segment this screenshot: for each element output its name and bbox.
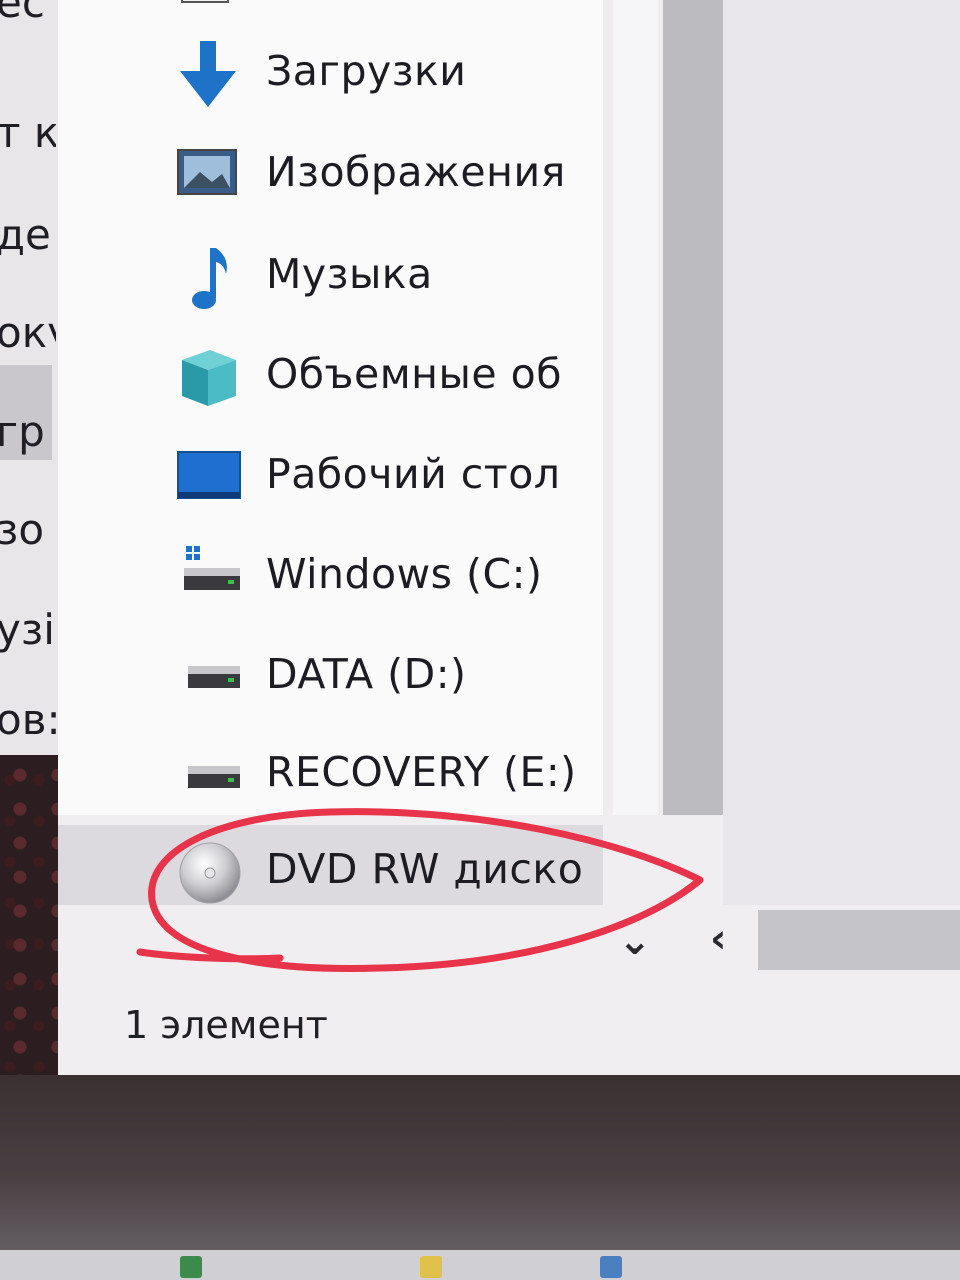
- folder-icon: [176, 0, 240, 4]
- chevron-left-icon[interactable]: ‹: [710, 916, 726, 962]
- sidebar-item-label: Windows (C:): [266, 550, 543, 598]
- background-text: ов:: [0, 695, 56, 744]
- sidebar-item-3d-objects[interactable]: Объемные об: [58, 330, 603, 420]
- background-text: гр: [0, 407, 45, 456]
- sidebar-item-label: Рабочий стол: [266, 450, 561, 498]
- navigation-scrollbar[interactable]: [603, 0, 663, 815]
- taskbar-app-icon[interactable]: [600, 1256, 622, 1278]
- sidebar-item-music[interactable]: Музыка: [58, 230, 603, 320]
- background-text: т к: [0, 108, 56, 157]
- background-text: окү: [0, 308, 56, 357]
- sidebar-item-label: Музыка: [266, 250, 433, 298]
- drive-icon: [176, 644, 240, 704]
- dvd-disc-icon: [176, 839, 241, 904]
- sidebar-item-desktop[interactable]: Рабочий стол: [58, 430, 603, 520]
- 3d-objects-icon: [176, 344, 240, 406]
- navigation-list: Загрузки Изображения Музыка Объемные об …: [58, 0, 603, 905]
- content-pane[interactable]: [723, 0, 960, 905]
- sidebar-item-label: Загрузки: [266, 47, 467, 95]
- status-item-count: 1 элемент: [124, 1003, 328, 1047]
- sidebar-item-drive-e[interactable]: RECOVERY (E:): [58, 728, 603, 818]
- sidebar-item-drive-c[interactable]: Windows (C:): [58, 530, 603, 620]
- taskbar-app-icon[interactable]: [420, 1256, 442, 1278]
- sidebar-item-dvd-drive[interactable]: DVD RW диско: [58, 825, 603, 905]
- sidebar-item-label: Изображения: [266, 148, 566, 196]
- background-text: де: [0, 210, 51, 259]
- drive-icon: [176, 742, 240, 802]
- music-note-icon: [176, 244, 240, 309]
- file-explorer-window: Загрузки Изображения Музыка Объемные об …: [58, 0, 960, 1075]
- download-arrow-icon: [176, 41, 240, 107]
- scrollbar-thumb[interactable]: [613, 0, 658, 815]
- background-text: зо: [0, 505, 45, 554]
- sidebar-item-downloads[interactable]: Загрузки: [58, 27, 603, 117]
- horizontal-scrollbar[interactable]: [758, 910, 960, 970]
- sidebar-item-label: Объемные об: [266, 350, 562, 398]
- desktop-folder-icon: [176, 444, 241, 504]
- taskbar-app-icon[interactable]: [180, 1256, 202, 1278]
- background-text: узі: [0, 605, 55, 654]
- windows-drive-icon: [176, 544, 240, 604]
- sidebar-item-label: DVD RW диско: [266, 845, 584, 893]
- sidebar-item-pictures[interactable]: Изображения: [58, 128, 603, 218]
- sidebar-item-drive-d[interactable]: DATA (D:): [58, 630, 603, 720]
- sidebar-item-label: DATA (D:): [266, 650, 467, 698]
- background-text: ес: [0, 0, 45, 27]
- pictures-folder-icon: [176, 142, 240, 202]
- chevron-down-icon[interactable]: ⌄: [618, 918, 652, 964]
- taskbar: [0, 1250, 960, 1280]
- sidebar-item-label: RECOVERY (E:): [266, 748, 577, 796]
- sidebar-item-partial[interactable]: [58, 0, 603, 20]
